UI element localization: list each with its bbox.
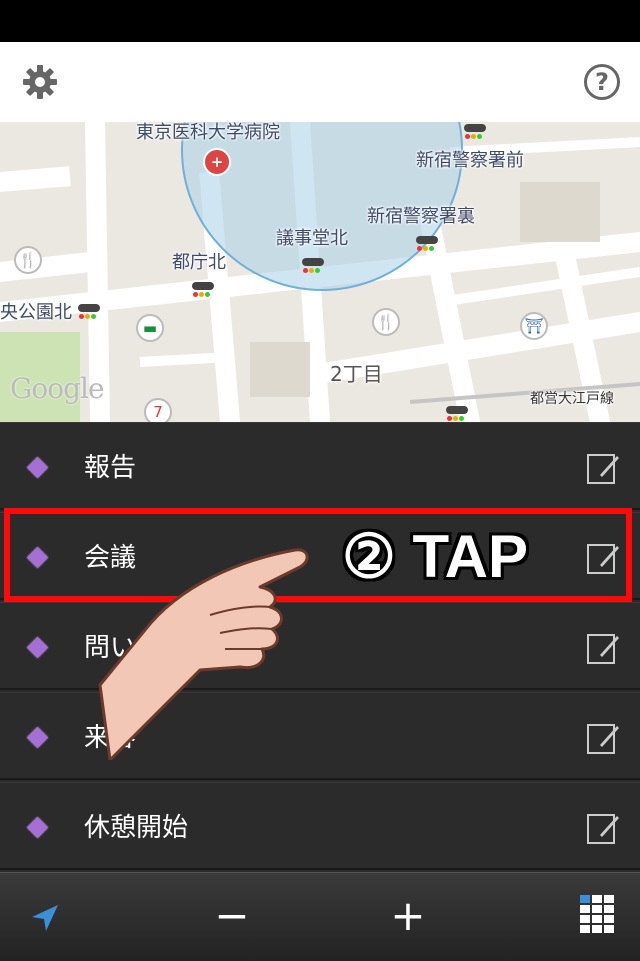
- traffic-light-icon: [464, 124, 486, 139]
- traffic-light-icon: [446, 406, 468, 421]
- list-item-break-start[interactable]: 休憩開始: [0, 782, 640, 870]
- diamond-icon: [26, 636, 49, 659]
- map-label-gijido-kita: 議事堂北: [276, 228, 348, 249]
- traffic-light-icon: [416, 236, 438, 251]
- station-icon: ⛩: [520, 312, 548, 340]
- gear-icon[interactable]: [20, 62, 60, 102]
- map-label-chome: 2丁目: [330, 362, 383, 386]
- pointing-hand-icon: [98, 548, 309, 760]
- bottom-toolbar: − +: [0, 872, 640, 961]
- tap-instruction: ② TAP: [342, 523, 529, 590]
- edit-icon[interactable]: [586, 631, 620, 665]
- list-item-label: 休憩開始: [84, 813, 189, 843]
- diamond-icon: [26, 816, 49, 839]
- edit-icon[interactable]: [586, 721, 620, 755]
- edit-icon[interactable]: [586, 541, 620, 575]
- restaurant-icon: 🍴: [372, 308, 400, 336]
- map-label-police-front: 新宿警察署前: [416, 150, 524, 171]
- diamond-icon: [26, 456, 49, 479]
- list-item-report[interactable]: 報告: [0, 422, 640, 510]
- store-icon: ▬: [136, 314, 164, 342]
- hospital-icon: +: [203, 148, 231, 176]
- map-label-police-back: 新宿警察署裏: [367, 206, 475, 227]
- help-icon[interactable]: ?: [584, 64, 620, 100]
- google-logo: Google: [10, 372, 105, 405]
- restaurant-icon: 🍴: [14, 246, 42, 274]
- map-label-tocho-kita: 都庁北: [172, 252, 226, 273]
- map-label-oedo-line: 都営大江戸線: [530, 391, 614, 407]
- diamond-icon: [26, 726, 49, 749]
- traffic-light-icon: [192, 282, 214, 297]
- traffic-light-icon: [78, 304, 100, 319]
- grid-icon[interactable]: [580, 895, 614, 941]
- edit-icon[interactable]: [586, 811, 620, 845]
- navigation-arrow-icon[interactable]: [28, 901, 62, 935]
- zoom-in-button[interactable]: +: [388, 891, 428, 941]
- convenience-store-icon: 7: [144, 398, 172, 422]
- status-bar: [0, 0, 640, 42]
- traffic-light-icon: [302, 258, 324, 273]
- zoom-out-button[interactable]: −: [212, 891, 252, 941]
- list-item-label: 報告: [84, 453, 137, 483]
- map-label-park-kita: 央公園北: [0, 302, 72, 323]
- map-view[interactable]: 東京医科大学病院 新宿警察署前 新宿警察署裏 議事堂北 都庁北 央公園北 2丁目…: [0, 122, 640, 422]
- diamond-icon: [26, 546, 49, 569]
- edit-icon[interactable]: [586, 451, 620, 485]
- map-label-hospital: 東京医科大学病院: [136, 122, 280, 143]
- top-toolbar: ?: [0, 42, 640, 123]
